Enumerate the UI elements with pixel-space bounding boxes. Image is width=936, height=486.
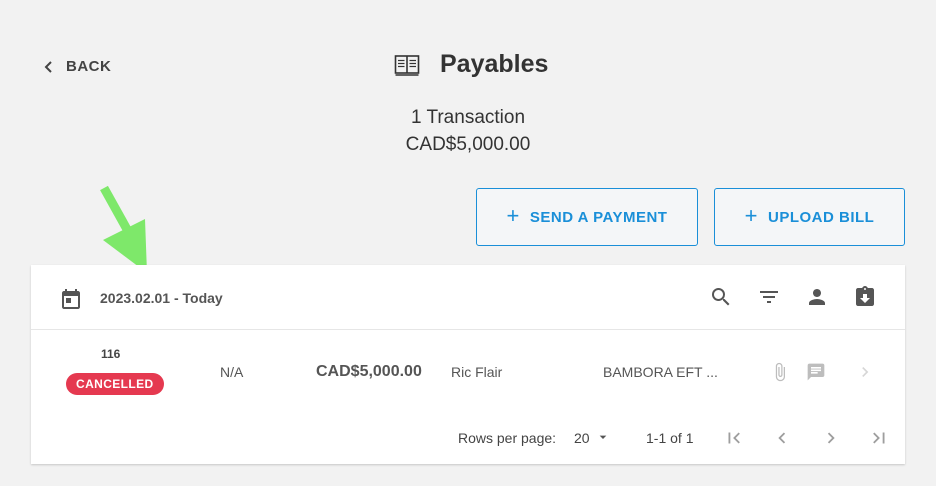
table-toolbar: 2023.02.01 - Today [31, 265, 905, 330]
transactions-table: 2023.02.01 - Today 116 CANCELLED N/A CAD… [31, 265, 905, 464]
attachment-icon[interactable] [770, 362, 790, 382]
page-title: Payables [440, 50, 549, 78]
amount-cell: CAD$5,000.00 [316, 363, 422, 380]
vendor-cell: Ric Flair [451, 364, 503, 380]
filter-icon[interactable] [757, 285, 781, 309]
back-button[interactable]: BACK [42, 58, 111, 75]
status-badge: CANCELLED [66, 373, 164, 395]
previous-page-icon[interactable] [771, 427, 793, 449]
back-label: BACK [66, 58, 112, 75]
plus-icon: + [744, 203, 759, 228]
plus-icon: + [506, 203, 520, 228]
page-range: 1-1 of 1 [646, 430, 694, 446]
transaction-count: 1 Transaction [410, 107, 526, 128]
pagination: Rows per page: 20 1-1 of 1 [31, 427, 905, 449]
rows-per-page-select[interactable]: 20 [574, 430, 590, 446]
last-page-icon[interactable] [868, 427, 890, 449]
person-icon[interactable] [805, 285, 829, 309]
calendar-icon[interactable] [59, 287, 83, 311]
next-page-icon[interactable] [820, 427, 842, 449]
upload-bill-label: UPLOAD BILL [768, 208, 875, 226]
comment-icon[interactable] [806, 362, 826, 382]
search-icon[interactable] [709, 285, 733, 309]
caret-down-icon[interactable] [595, 429, 611, 445]
first-page-icon[interactable] [723, 427, 745, 449]
annotation-arrow [100, 185, 147, 273]
table-row[interactable]: 116 CANCELLED N/A CAD$5,000.00 Ric Flair… [31, 330, 905, 402]
send-payment-label: SEND A PAYMENT [529, 208, 668, 226]
book-icon [394, 54, 420, 76]
upload-bill-button[interactable]: + UPLOAD BILL [714, 188, 905, 246]
date-range[interactable]: 2023.02.01 - Today [100, 290, 223, 306]
page-header: Payables [394, 50, 548, 79]
send-payment-button[interactable]: + SEND A PAYMENT [476, 188, 698, 246]
chevron-right-icon[interactable] [855, 362, 875, 382]
rows-per-page-label: Rows per page: [458, 430, 557, 446]
payables-summary: 1 Transaction CAD$5,000.00 [0, 104, 936, 158]
payment-method-cell: BAMBORA EFT ... [603, 364, 718, 380]
reference-cell: N/A [220, 364, 244, 380]
total-amount: CAD$5,000.00 [405, 134, 531, 155]
transaction-number: 116 [101, 347, 121, 361]
chevron-left-icon [44, 60, 52, 73]
assignment-returned-icon[interactable] [853, 285, 877, 309]
